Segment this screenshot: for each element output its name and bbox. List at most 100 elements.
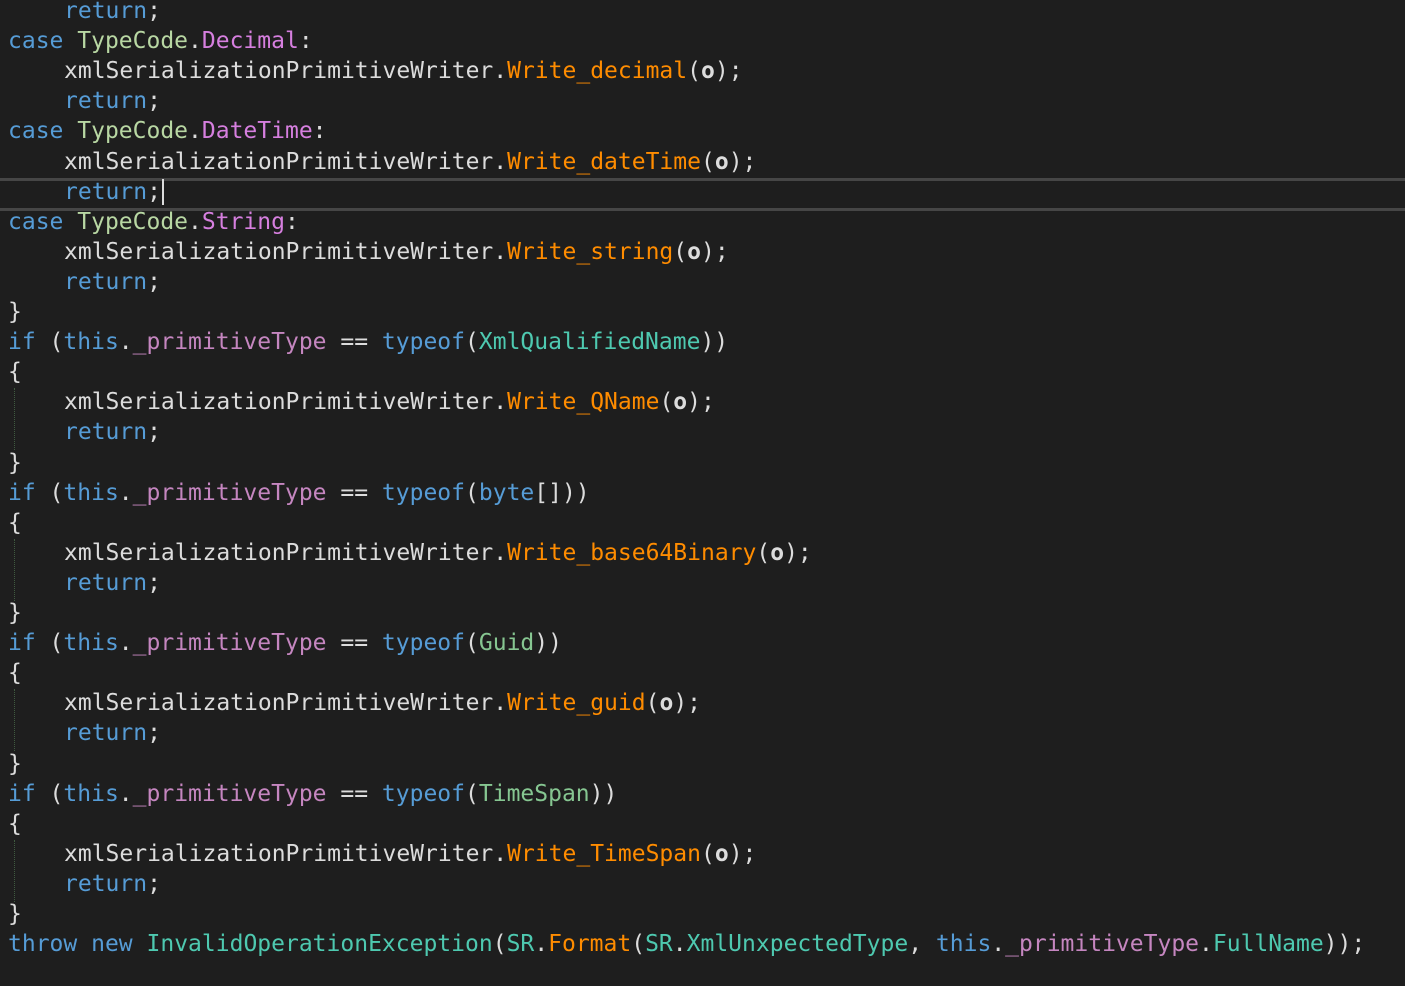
- code-token: _primitiveType: [132, 479, 327, 506]
- code-line[interactable]: return;: [8, 567, 1405, 600]
- code-token: Write_string: [507, 238, 674, 265]
- code-token: (: [700, 840, 715, 867]
- code-token: {: [8, 509, 22, 536]
- code-token: ,: [908, 931, 936, 958]
- code-token: return: [64, 268, 148, 295]
- code-token: Write_TimeSpan: [507, 840, 701, 867]
- code-token: ;: [147, 569, 161, 596]
- code-token: SR: [506, 931, 535, 958]
- code-token: return: [64, 720, 148, 747]
- code-line[interactable]: case TypeCode.Decimal:: [8, 25, 1405, 58]
- code-token: ==: [326, 630, 382, 657]
- code-token: [])): [534, 479, 590, 506]
- text-caret: [161, 179, 164, 206]
- code-token: TypeCode: [77, 118, 189, 145]
- code-line[interactable]: xmlSerializationPrimitiveWriter.Write_de…: [8, 55, 1405, 88]
- code-line[interactable]: xmlSerializationPrimitiveWriter.Write_QN…: [8, 386, 1405, 419]
- code-token: DateTime: [201, 118, 313, 145]
- code-line[interactable]: }: [8, 898, 1405, 931]
- code-token: InvalidOperationException: [146, 931, 493, 958]
- code-token: );: [687, 389, 715, 416]
- code-token: xmlSerializationPrimitiveWriter.: [64, 690, 508, 717]
- code-token: .: [188, 208, 202, 235]
- code-line[interactable]: if (this._primitiveType == typeof(XmlQua…: [8, 326, 1405, 359]
- code-token: .: [118, 780, 133, 807]
- code-token: (: [659, 389, 674, 416]
- code-line[interactable]: }: [8, 597, 1405, 630]
- code-token: (: [631, 931, 646, 958]
- code-line[interactable]: xmlSerializationPrimitiveWriter.Write_da…: [8, 146, 1405, 179]
- code-line[interactable]: if (this._primitiveType == typeof(TimeSp…: [8, 778, 1405, 811]
- code-line[interactable]: }: [8, 748, 1405, 781]
- code-token: _primitiveType: [1005, 931, 1200, 958]
- code-line[interactable]: {: [8, 657, 1405, 690]
- code-token: {: [8, 660, 22, 687]
- code-token: ;: [147, 0, 161, 24]
- code-token: (: [756, 539, 771, 566]
- code-token: );: [714, 58, 743, 85]
- code-line[interactable]: xmlSerializationPrimitiveWriter.Write_Ti…: [8, 838, 1405, 871]
- code-token: (: [465, 329, 479, 356]
- code-line[interactable]: if (this._primitiveType == typeof(Guid)): [8, 627, 1405, 660]
- code-token: this: [63, 780, 119, 807]
- code-line[interactable]: case TypeCode.DateTime:: [8, 115, 1405, 148]
- code-token: )): [534, 630, 562, 657]
- code-token: :: [284, 208, 299, 235]
- code-token: (: [35, 329, 64, 356]
- code-line[interactable]: return;: [8, 717, 1405, 750]
- code-token: this: [63, 329, 119, 356]
- code-token: byte: [478, 479, 535, 506]
- code-token: xmlSerializationPrimitiveWriter.: [64, 389, 508, 416]
- code-line[interactable]: return;: [8, 868, 1405, 901]
- code-token: Write_dateTime: [507, 148, 701, 175]
- code-line[interactable]: xmlSerializationPrimitiveWriter.Write_ba…: [8, 537, 1405, 570]
- code-token: }: [8, 600, 22, 626]
- code-token: .: [991, 931, 1006, 958]
- code-line[interactable]: {: [8, 356, 1405, 389]
- code-token: o: [714, 840, 729, 867]
- code-token: case: [8, 208, 78, 235]
- code-token: throw: [8, 931, 78, 958]
- code-token: Write_decimal: [507, 58, 688, 85]
- code-token: return: [64, 569, 148, 596]
- code-token: case: [8, 118, 78, 145]
- code-token: XmlUnxpectedType: [686, 931, 909, 958]
- code-token: ;: [147, 178, 161, 205]
- code-token: Format: [548, 931, 632, 958]
- code-line[interactable]: case TypeCode.String:: [8, 206, 1405, 239]
- code-line[interactable]: xmlSerializationPrimitiveWriter.Write_st…: [8, 236, 1405, 269]
- code-token: (: [700, 148, 715, 175]
- code-line[interactable]: throw new InvalidOperationException(SR.F…: [8, 928, 1405, 961]
- code-token: xmlSerializationPrimitiveWriter.: [64, 539, 508, 566]
- code-token: o: [770, 539, 785, 566]
- code-token: this: [63, 630, 119, 657]
- code-token: SR: [645, 931, 673, 958]
- code-token: typeof: [381, 329, 466, 356]
- code-line[interactable]: }: [8, 296, 1405, 329]
- code-editor[interactable]: return; case TypeCode.Decimal: xmlSerializ…: [0, 0, 1405, 986]
- code-line[interactable]: {: [8, 808, 1405, 841]
- code-token: .: [534, 931, 549, 958]
- code-line[interactable]: return;: [8, 0, 1405, 28]
- code-token: o: [659, 690, 674, 717]
- code-token: typeof: [381, 630, 466, 657]
- code-token: (: [465, 630, 479, 657]
- code-line[interactable]: return;: [8, 176, 1405, 209]
- code-token: if: [8, 630, 36, 657]
- code-line[interactable]: {: [8, 507, 1405, 540]
- code-token: _primitiveType: [132, 329, 327, 356]
- code-line[interactable]: return;: [8, 416, 1405, 449]
- code-token: )): [589, 780, 618, 807]
- code-line[interactable]: if (this._primitiveType == typeof(byte[]…: [8, 477, 1405, 510]
- code-token: (: [687, 58, 701, 85]
- code-token: }: [8, 901, 22, 927]
- code-token: new: [91, 931, 133, 958]
- code-token: {: [8, 359, 22, 386]
- code-line[interactable]: return;: [8, 85, 1405, 118]
- code-line[interactable]: return;: [8, 266, 1405, 299]
- code-line[interactable]: }: [8, 447, 1405, 480]
- code-token: ;: [147, 88, 161, 115]
- code-line[interactable]: xmlSerializationPrimitiveWriter.Write_gu…: [8, 687, 1405, 720]
- code-token: ==: [326, 780, 382, 807]
